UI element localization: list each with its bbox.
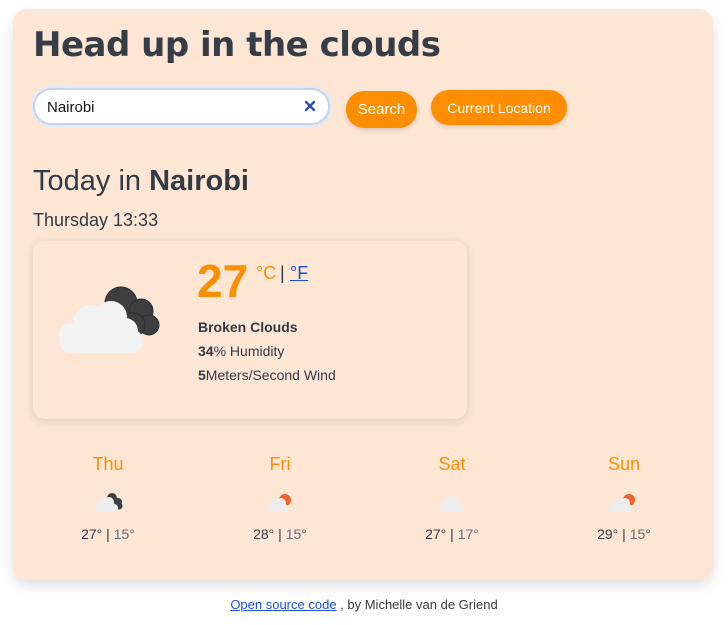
city-name: Nairobi	[149, 165, 249, 197]
search-button[interactable]: Search	[346, 91, 417, 128]
wind-label: Meters/Second Wind	[205, 367, 336, 383]
broken-clouds-icon	[94, 493, 123, 512]
forecast-sep: |	[274, 526, 286, 542]
wind-value: 5	[198, 367, 206, 383]
app-title: Head up in the clouds	[33, 25, 441, 65]
forecast-max: 29°	[597, 526, 619, 542]
weather-card: Head up in the clouds Search Current Loc…	[13, 9, 713, 580]
current-temperature: 27	[197, 255, 249, 307]
forecast-sep: |	[446, 526, 458, 542]
forecast-sep: |	[102, 526, 114, 542]
search-box[interactable]	[33, 88, 330, 125]
forecast-min: 15°	[113, 526, 135, 542]
sun-behind-cloud-icon	[610, 494, 635, 512]
forecast-min: 15°	[629, 526, 651, 542]
forecast-max: 28°	[253, 526, 275, 542]
cloud-icon	[440, 497, 464, 512]
forecast-min: 15°	[285, 526, 307, 542]
forecast-day: Sat 27° | 17°	[392, 452, 512, 542]
weather-description: Broken Clouds	[198, 319, 298, 335]
forecast-day: Fri 28° | 15°	[220, 452, 340, 542]
sun-behind-cloud-icon	[266, 494, 291, 512]
unit-separator: |	[280, 263, 285, 283]
search-input[interactable]	[47, 97, 287, 117]
forecast-temps: 28° | 15°	[220, 526, 340, 542]
current-location-button[interactable]: Current Location	[431, 90, 567, 125]
forecast-min: 17°	[457, 526, 479, 542]
humidity: 34% Humidity	[198, 343, 284, 359]
footer-credit: , by Michelle van de Griend	[336, 597, 498, 612]
current-datetime: Thursday 13:33	[33, 210, 159, 230]
forecast-day-name: Sat	[438, 454, 466, 474]
forecast-day: Sun 29° | 15°	[564, 452, 684, 542]
forecast-day-name: Sun	[607, 454, 641, 474]
forecast-temps: 27° | 17°	[392, 526, 512, 542]
humidity-value: 34	[198, 343, 214, 359]
current-weather-panel: 27 °C | °F Broken Clouds 34% Humidity 5M…	[33, 241, 467, 419]
forecast-max: 27°	[425, 526, 447, 542]
broken-clouds-icon	[59, 286, 160, 353]
forecast-temps: 29° | 15°	[564, 526, 684, 542]
humidity-label: % Humidity	[213, 343, 285, 359]
wind: 5Meters/Second Wind	[198, 367, 336, 383]
today-prefix: Today in	[33, 165, 150, 197]
forecast-sep: |	[618, 526, 630, 542]
unit-fahrenheit-link[interactable]: °F	[290, 263, 308, 284]
forecast-max: 27°	[81, 526, 103, 542]
forecast-day-name: Fri	[269, 454, 291, 474]
clear-icon[interactable]	[302, 98, 318, 114]
open-source-link[interactable]: Open source code	[230, 597, 336, 612]
unit-celsius[interactable]: °C	[256, 263, 276, 284]
forecast-temps: 27° | 15°	[48, 526, 168, 542]
forecast-day: Thu 27° | 15°	[48, 452, 168, 542]
footer: Open source code , by Michelle van de Gr…	[0, 597, 728, 612]
today-heading: Today in Nairobi	[33, 165, 249, 198]
forecast-day-name: Thu	[92, 454, 124, 474]
